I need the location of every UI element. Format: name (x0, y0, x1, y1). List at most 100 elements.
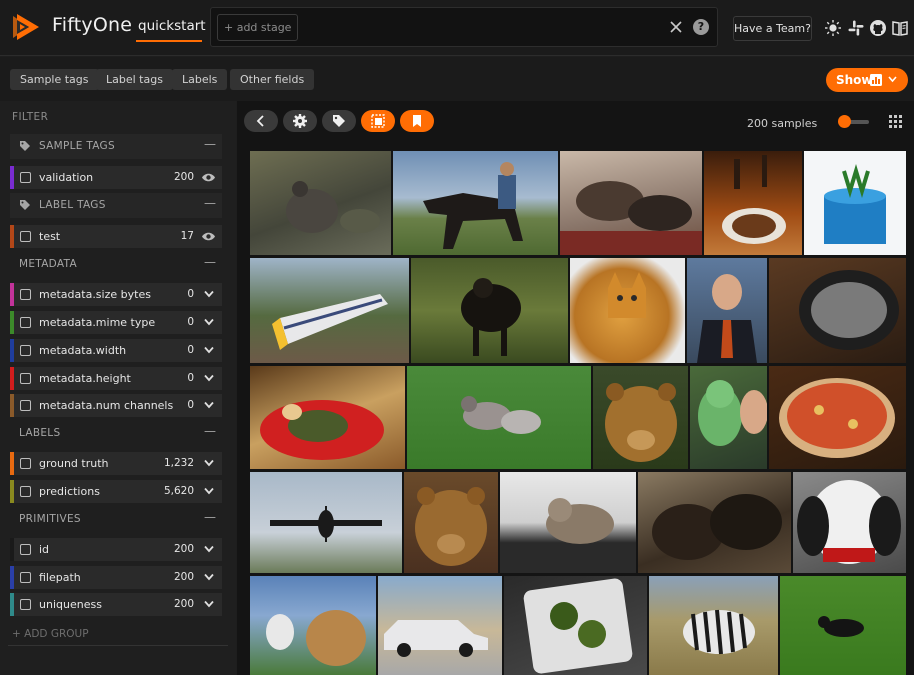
theme-sun-icon[interactable] (824, 19, 842, 37)
field-checkbox[interactable] (20, 289, 31, 300)
zoom-slider-handle[interactable] (838, 115, 851, 128)
field-checkbox[interactable] (20, 373, 31, 384)
sample-image-horse-rider[interactable] (393, 151, 558, 255)
sample-tags-pill[interactable]: Sample tags (10, 69, 99, 90)
labels-section[interactable]: LABELS — (10, 421, 222, 445)
tag-button[interactable] (322, 110, 356, 132)
collapse-icon[interactable]: — (204, 510, 216, 524)
sample-image-dogs-yard[interactable] (250, 576, 376, 675)
sidebar-row-uniqueness[interactable]: uniqueness 200 (10, 593, 222, 616)
sample-image-man-tie[interactable] (687, 258, 767, 363)
sample-image-bear-2[interactable] (404, 472, 498, 573)
sample-image-bird[interactable] (250, 151, 391, 255)
show-button[interactable]: Show (826, 68, 908, 92)
sample-image-broccoli[interactable] (504, 576, 647, 675)
sidebar-row-ground-truth[interactable]: ground truth 1,232 (10, 452, 222, 475)
sidebar-row-id[interactable]: id 200 (10, 538, 222, 561)
sample-image-bears-fight[interactable] (638, 472, 791, 573)
chevron-down-icon[interactable] (204, 290, 214, 298)
sidebar-row-metadata-mime-type[interactable]: metadata.mime type 0 (10, 311, 222, 334)
view-bar[interactable]: + add stage ? (210, 7, 718, 47)
label-tags-pill[interactable]: Label tags (96, 69, 173, 90)
sample-image-zebras[interactable] (649, 576, 778, 675)
add-stage-input[interactable]: + add stage (217, 14, 299, 41)
sample-image-cake[interactable] (804, 151, 906, 255)
chevron-down-icon[interactable] (204, 573, 214, 581)
field-checkbox[interactable] (20, 572, 31, 583)
sample-image-dog-grass[interactable] (780, 576, 906, 675)
field-checkbox[interactable] (20, 400, 31, 411)
primitives-section[interactable]: PRIMITIVES — (10, 507, 222, 531)
eye-icon[interactable] (201, 172, 216, 183)
save-view-button[interactable] (400, 110, 434, 132)
docs-book-icon[interactable] (891, 19, 909, 37)
chevron-down-icon[interactable] (204, 545, 214, 553)
back-button[interactable] (244, 110, 278, 132)
other-fields-pill[interactable]: Other fields (230, 69, 315, 90)
sidebar-row-metadata-size-bytes[interactable]: metadata.size bytes 0 (10, 283, 222, 306)
label-tags-group[interactable]: LABEL TAGS — (10, 193, 222, 218)
sidebar-row-predictions[interactable]: predictions 5,620 (10, 480, 222, 503)
field-checkbox[interactable] (20, 172, 31, 183)
sample-image-airplane[interactable] (250, 472, 402, 573)
sample-image-cat-bowl[interactable] (769, 258, 906, 363)
sidebar-row-test[interactable]: test 17 (10, 225, 222, 248)
field-checkbox[interactable] (20, 599, 31, 610)
sample-image-bear[interactable] (593, 366, 688, 469)
labels-pill[interactable]: Labels (172, 69, 228, 90)
sidebar-row-validation[interactable]: validation 200 (10, 166, 222, 189)
help-icon[interactable]: ? (693, 19, 709, 35)
have-a-team-button[interactable]: Have a Team? (733, 16, 812, 41)
sample-image-cat-shelf[interactable] (500, 472, 636, 573)
sample-image-cars[interactable] (378, 576, 502, 675)
brand-name[interactable]: FiftyOne (52, 14, 132, 36)
sidebar-row-metadata-width[interactable]: metadata.width 0 (10, 339, 222, 362)
collapse-icon[interactable]: — (204, 424, 216, 438)
field-color-swatch (10, 538, 14, 561)
sample-image-cat-mirror[interactable] (570, 258, 685, 363)
sample-image-spaniel[interactable] (793, 472, 906, 573)
collapse-icon[interactable]: — (204, 255, 216, 269)
slack-icon[interactable] (847, 19, 865, 37)
patches-button[interactable] (361, 110, 395, 132)
sample-image-plate[interactable] (250, 366, 405, 469)
sidebar-row-metadata-height[interactable]: metadata.height 0 (10, 367, 222, 390)
settings-button[interactable] (283, 110, 317, 132)
chevron-down-icon[interactable] (204, 401, 214, 409)
sidebar-row-filepath[interactable]: filepath 200 (10, 566, 222, 589)
sample-image-cow[interactable] (411, 258, 568, 363)
add-group-button[interactable]: + ADD GROUP (12, 628, 89, 640)
chevron-down-icon[interactable] (204, 346, 214, 354)
field-checkbox[interactable] (20, 458, 31, 469)
chevron-down-icon[interactable] (204, 487, 214, 495)
bird-thumbnail (286, 181, 380, 233)
collapse-icon[interactable]: — (204, 137, 216, 151)
field-count: 200 (173, 171, 194, 183)
field-checkbox[interactable] (20, 231, 31, 242)
sample-image-cats[interactable] (560, 151, 702, 255)
chevron-down-icon[interactable] (204, 600, 214, 608)
fiftyone-logo-icon[interactable] (10, 11, 42, 43)
field-checkbox[interactable] (20, 486, 31, 497)
sample-image-pizza[interactable] (769, 366, 906, 469)
sample-image-train[interactable] (250, 258, 409, 363)
sample-image-dinner[interactable] (704, 151, 802, 255)
collapse-icon[interactable]: — (204, 196, 216, 210)
chevron-down-icon[interactable] (204, 459, 214, 467)
sample-image-teddy[interactable] (690, 366, 767, 469)
chevron-down-icon[interactable] (204, 374, 214, 382)
close-icon[interactable] (667, 18, 685, 36)
eye-icon[interactable] (201, 231, 216, 242)
field-checkbox[interactable] (20, 544, 31, 555)
field-count: 0 (187, 372, 194, 384)
metadata-section[interactable]: METADATA — (10, 252, 222, 276)
github-icon[interactable] (869, 19, 887, 37)
dataset-selector[interactable]: quickstart (138, 18, 206, 34)
sidebar-row-metadata-num-channels[interactable]: metadata.num channels 0 (10, 394, 222, 417)
field-checkbox[interactable] (20, 317, 31, 328)
sample-image-dogs[interactable] (407, 366, 591, 469)
chevron-down-icon[interactable] (204, 318, 214, 326)
grid-view-icon[interactable] (889, 115, 902, 128)
field-checkbox[interactable] (20, 345, 31, 356)
sample-tags-group[interactable]: SAMPLE TAGS — (10, 134, 222, 159)
